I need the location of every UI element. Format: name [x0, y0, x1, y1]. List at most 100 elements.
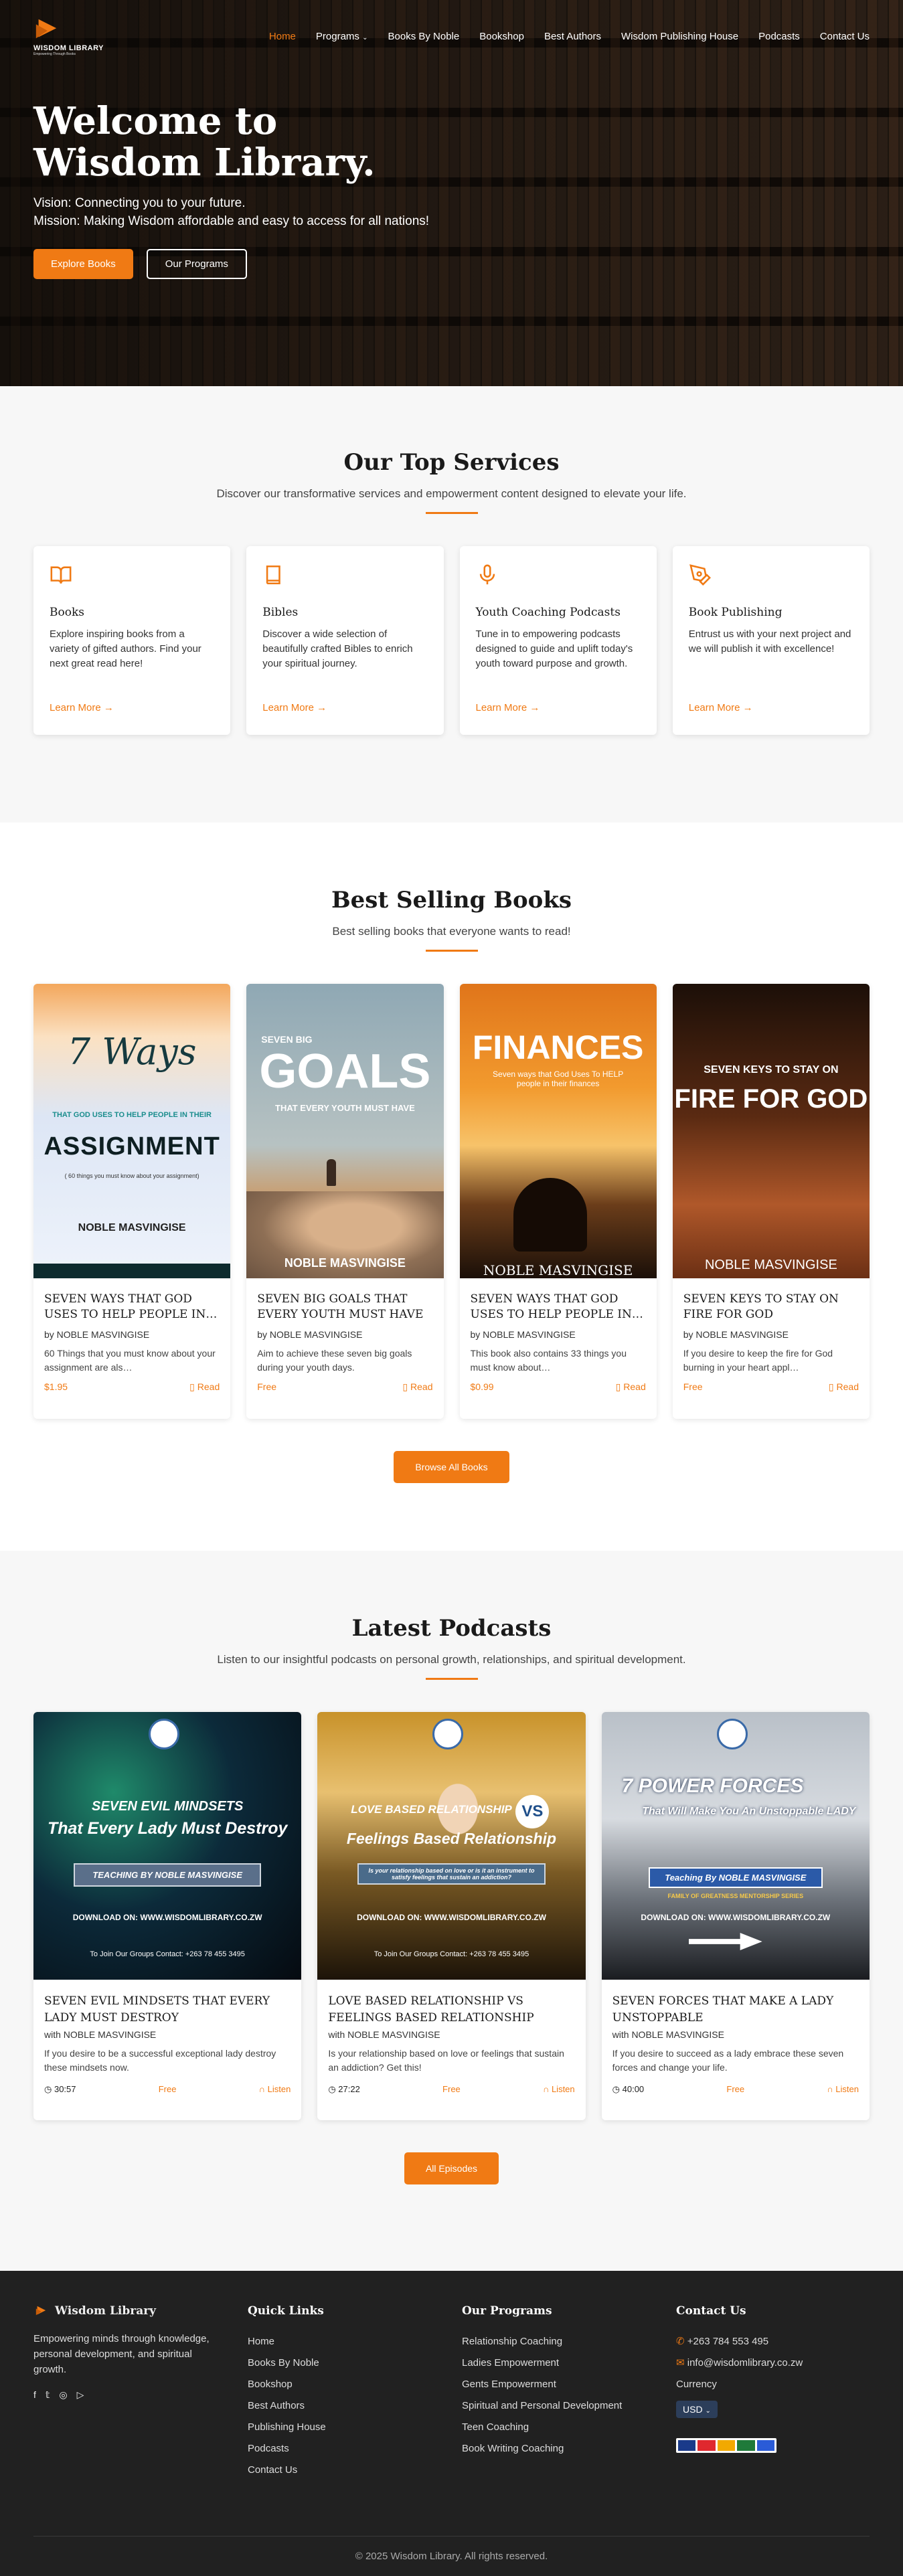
program-link[interactable]: Relationship Coaching: [462, 2331, 676, 2352]
program-link[interactable]: Teen Coaching: [462, 2417, 676, 2438]
podcast-card[interactable]: 7 POWER FORCES That Will Make You An Uns…: [601, 1712, 870, 2120]
footer-link-podcasts[interactable]: Podcasts: [248, 2438, 462, 2460]
clock-icon: ◷: [44, 2084, 52, 2094]
microphone-icon: [479, 564, 495, 585]
listen-button[interactable]: ∩ Listen: [827, 2084, 859, 2095]
cover-text: 7 Ways: [67, 1031, 197, 1073]
cover-text: SEVEN EVIL MINDSETS: [91, 1799, 244, 1814]
nav-contact[interactable]: Contact Us: [820, 31, 870, 42]
cover-author: NOBLE MASVINGISE: [704, 1258, 837, 1272]
program-link[interactable]: Ladies Empowerment: [462, 2352, 676, 2374]
podcast-duration: ◷ 40:00: [612, 2084, 645, 2095]
program-link[interactable]: Gents Empowerment: [462, 2374, 676, 2395]
footer-phone[interactable]: ✆ +263 784 553 495: [676, 2331, 870, 2352]
nav-publishing-house[interactable]: Wisdom Publishing House: [621, 31, 738, 42]
footer-link-books-by-noble[interactable]: Books By Noble: [248, 2352, 462, 2374]
podcast-price: Free: [442, 2084, 461, 2094]
podcast-card[interactable]: SEVEN EVIL MINDSETS That Every Lady Must…: [33, 1712, 302, 2120]
learn-more-link[interactable]: Learn More →: [262, 702, 327, 713]
footer-link-best-authors[interactable]: Best Authors: [248, 2395, 462, 2417]
service-card-books[interactable]: Books Explore inspiring books from a var…: [33, 546, 231, 735]
vs-badge: VS: [515, 1795, 550, 1828]
footer-link-bookshop[interactable]: Bookshop: [248, 2374, 462, 2395]
footer-link-home[interactable]: Home: [248, 2331, 462, 2352]
read-button[interactable]: ▯ Read: [189, 1381, 220, 1393]
podcast-card[interactable]: LOVE BASED RELATIONSHIP VS Feelings Base…: [317, 1712, 586, 2120]
book-price: Free: [257, 1381, 277, 1392]
listen-button[interactable]: ∩ Listen: [259, 2084, 291, 2095]
book-cover-image: SEVEN BIG GOALS THAT EVERY YOUTH MUST HA…: [246, 984, 444, 1278]
footer-about-text: Empowering minds through knowledge, pers…: [33, 2333, 210, 2375]
book-card[interactable]: 7 Ways THAT GOD USES TO HELP PEOPLE IN T…: [33, 984, 231, 1419]
service-card-publishing[interactable]: Book Publishing Entrust us with your nex…: [672, 546, 870, 735]
cover-text: THAT EVERY YOUTH MUST HAVE: [275, 1103, 415, 1113]
read-button[interactable]: ▯ Read: [402, 1381, 432, 1393]
nav-bookshop[interactable]: Bookshop: [479, 31, 524, 42]
our-programs-button[interactable]: Our Programs: [146, 249, 247, 279]
all-episodes-button[interactable]: All Episodes: [404, 2152, 499, 2184]
program-link[interactable]: Spiritual and Personal Development: [462, 2395, 676, 2417]
currency-select[interactable]: USD ⌄: [676, 2401, 718, 2418]
book-card[interactable]: SEVEN KEYS TO STAY ON FIRE FOR GOD NOBLE…: [672, 984, 870, 1419]
facebook-icon[interactable]: f: [33, 2389, 36, 2401]
book-desc: 60 Things that you must know about your …: [44, 1348, 216, 1373]
headphones-icon: ∩: [258, 2084, 265, 2094]
podcast-title: LOVE BASED RELATIONSHIP VS FEELINGS BASE…: [328, 1994, 534, 2025]
contact-title: Contact Us: [676, 2304, 746, 2318]
twitter-icon[interactable]: 𝕥: [46, 2389, 50, 2401]
copyright-text: © 2025 Wisdom Library. All rights reserv…: [355, 2551, 548, 2562]
learn-more-link[interactable]: Learn More →: [50, 702, 114, 713]
podcast-cover-image: SEVEN EVIL MINDSETS That Every Lady Must…: [33, 1712, 302, 1980]
service-card-bibles[interactable]: Bibles Discover a wide selection of beau…: [246, 546, 444, 735]
hero-section: WISDOM LIBRARY Empowering Through Books …: [0, 0, 903, 386]
youtube-icon[interactable]: ▷: [77, 2389, 84, 2401]
nav-programs[interactable]: Programs ⌄: [316, 31, 368, 42]
cover-text: FAMILY OF GREATNESS MENTORSHIP SERIES: [667, 1893, 804, 1899]
read-button[interactable]: ▯ Read: [616, 1381, 646, 1393]
cover-text: SEVEN KEYS TO STAY ON: [704, 1064, 839, 1076]
cover-text: That Every Lady Must Destroy: [47, 1819, 288, 1838]
cover-text: THAT GOD USES TO HELP PEOPLE IN THEIR: [52, 1111, 212, 1119]
cover-text: Seven ways that God Uses To HELP people …: [493, 1069, 624, 1088]
listen-button[interactable]: ∩ Listen: [543, 2084, 575, 2095]
book-cover-image: SEVEN KEYS TO STAY ON FIRE FOR GOD NOBLE…: [672, 984, 870, 1278]
book-icon: ▯: [828, 1381, 834, 1392]
read-label: Read: [623, 1381, 646, 1392]
cover-text: FIRE FOR GOD: [674, 1084, 868, 1114]
nav-home[interactable]: Home: [269, 31, 296, 42]
footer-link-contact[interactable]: Contact Us: [248, 2460, 462, 2481]
podcast-desc: Is your relationship based on love or fe…: [328, 2048, 564, 2073]
browse-all-books-button[interactable]: Browse All Books: [394, 1451, 509, 1483]
site-logo[interactable]: WISDOM LIBRARY Empowering Through Books: [33, 16, 107, 56]
cover-author: NOBLE MASVINGISE: [483, 1262, 633, 1278]
learn-more-link[interactable]: Learn More →: [476, 702, 540, 713]
instagram-icon[interactable]: ◎: [59, 2389, 67, 2401]
cover-text: GOALS: [259, 1045, 431, 1098]
nav-books-by-noble[interactable]: Books By Noble: [388, 31, 460, 42]
service-card-podcasts[interactable]: Youth Coaching Podcasts Tune in to empow…: [459, 546, 657, 735]
learn-more-link[interactable]: Learn More →: [689, 702, 753, 713]
book-card[interactable]: FINANCES Seven ways that God Uses To HEL…: [459, 984, 657, 1419]
program-link[interactable]: Book Writing Coaching: [462, 2438, 676, 2460]
services-section: Our Top Services Discover our transforma…: [0, 386, 903, 823]
title-underline: [425, 512, 478, 514]
podcasts-section: Latest Podcasts Listen to our insightful…: [0, 1551, 903, 2271]
explore-books-button[interactable]: Explore Books: [33, 249, 133, 279]
nav-best-authors[interactable]: Best Authors: [544, 31, 601, 42]
cover-text: To Join Our Groups Contact: +263 78 455 …: [374, 1950, 529, 1958]
nav-podcasts[interactable]: Podcasts: [758, 31, 800, 42]
footer-link-publishing-house[interactable]: Publishing House: [248, 2417, 462, 2438]
footer-quick-links: Quick Links Home Books By Noble Bookshop…: [248, 2304, 462, 2481]
podcast-duration: ◷ 27:22: [328, 2084, 360, 2095]
social-links: f 𝕥 ◎ ▷: [33, 2389, 248, 2401]
phone-text: +263 784 553 495: [687, 2336, 769, 2347]
podcast-title: SEVEN EVIL MINDSETS THAT EVERY LADY MUST…: [44, 1994, 270, 2025]
read-button[interactable]: ▯ Read: [829, 1381, 859, 1393]
footer-email[interactable]: ✉ info@wisdomlibrary.co.zw: [676, 2352, 870, 2374]
cover-text: 7 POWER FORCES: [621, 1775, 804, 1797]
podcasts-subtitle: Listen to our insightful podcasts on per…: [217, 1653, 686, 1666]
read-label: Read: [197, 1381, 220, 1392]
book-title: SEVEN KEYS TO STAY ON FIRE FOR GOD: [683, 1292, 839, 1321]
chevron-down-icon: ⌄: [362, 33, 368, 41]
book-card[interactable]: SEVEN BIG GOALS THAT EVERY YOUTH MUST HA…: [246, 984, 444, 1419]
